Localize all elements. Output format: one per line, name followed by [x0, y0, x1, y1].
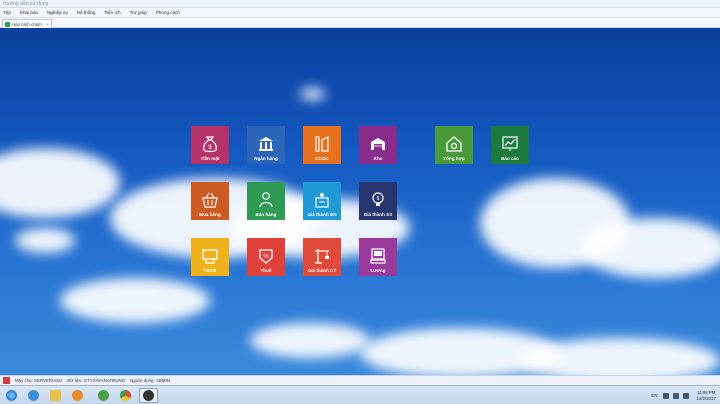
- tile-production-cost-label: Giá thành SX: [363, 212, 393, 217]
- basket-icon: [202, 192, 218, 208]
- tile-purchase-label: Mua hàng: [199, 212, 221, 217]
- tile-sales[interactable]: Bán hàng: [247, 182, 285, 220]
- tools-icon: [315, 136, 329, 152]
- tile-tools-label: CCDC: [315, 156, 329, 161]
- cloud: [60, 278, 210, 323]
- tile-cash-label: Tiền mặt: [200, 156, 220, 161]
- tile-bank-label: Ngân hàng: [254, 156, 278, 161]
- payroll-icon: [370, 248, 386, 264]
- menu-item-file[interactable]: Tệp: [3, 10, 11, 15]
- cloud: [300, 88, 325, 100]
- cloud: [250, 323, 370, 358]
- tile-tax-label: Thuế: [260, 268, 272, 273]
- windows-taskbar: EN 11:08 PM 12/2/2017: [0, 385, 720, 404]
- taskbar-app-green[interactable]: [94, 388, 113, 403]
- window-titlebar: Hướng dẫn sử dụng: [0, 0, 720, 8]
- menu-item-system[interactable]: Hệ thống: [77, 10, 96, 15]
- cloud: [520, 338, 720, 375]
- lightbulb-icon: $: [372, 192, 384, 206]
- tile-order-cost-label: Giá thành ĐH: [307, 212, 337, 217]
- taskbar-app-explorer[interactable]: [46, 388, 65, 403]
- tile-summary[interactable]: Tổng hợp: [435, 126, 473, 164]
- tile-bank[interactable]: Ngân hàng: [247, 126, 285, 164]
- tab-main[interactable]: Hàn bình chính ×: [2, 19, 52, 28]
- app-green-icon: [98, 390, 109, 401]
- svg-text:$: $: [208, 145, 212, 151]
- svg-text:$: $: [377, 196, 380, 202]
- tile-project-cost-label: Giá thành CT: [307, 268, 337, 273]
- chrome-icon: [120, 390, 131, 401]
- status-server: Máy chủ: SERVER\ASU: [15, 378, 63, 383]
- report-chart-icon: [502, 136, 518, 151]
- status-database: Dữ liệu: CTYXAYANATDUNG: [67, 378, 126, 383]
- app-logo-icon: [3, 377, 10, 384]
- language-indicator[interactable]: EN: [651, 393, 657, 398]
- tile-purchase[interactable]: Mua hàng: [191, 182, 229, 220]
- file-explorer-icon: [50, 390, 61, 401]
- crane-icon: [315, 249, 329, 264]
- warehouse-icon: [371, 138, 385, 150]
- tile-tax[interactable]: % Thuế: [247, 238, 285, 276]
- bank-icon: [259, 137, 273, 151]
- tile-fixed-assets[interactable]: TSCĐ: [191, 238, 229, 276]
- tile-summary-label: Tổng hợp: [443, 156, 465, 161]
- taskbar-app-chrome[interactable]: [116, 388, 135, 403]
- cloud: [0, 148, 120, 218]
- system-tray: EN 11:08 PM 12/2/2017: [651, 388, 716, 403]
- clock-date: 12/2/2017: [696, 395, 716, 401]
- menu-item-style[interactable]: Phong cách: [156, 10, 180, 15]
- tab-bar: Hàn bình chính ×: [0, 18, 720, 28]
- tile-warehouse[interactable]: Kho: [359, 126, 397, 164]
- menu-item-utilities[interactable]: Tiện ích: [104, 10, 120, 15]
- start-button[interactable]: [2, 388, 21, 403]
- windows-start-icon: [6, 390, 17, 401]
- tab-home-icon: [5, 21, 10, 27]
- media-player-icon: [72, 390, 83, 401]
- taskbar-app-media[interactable]: [68, 388, 87, 403]
- fixed-asset-icon: [202, 249, 218, 264]
- app-dark-icon: [143, 390, 154, 401]
- house-summary-icon: [446, 136, 462, 152]
- tile-payroll[interactable]: Lương: [359, 238, 397, 276]
- tile-report-label: Báo cáo: [501, 156, 519, 161]
- internet-explorer-icon: [28, 390, 39, 401]
- window-title: Hướng dẫn sử dụng: [3, 1, 49, 7]
- menu-item-operations[interactable]: Nghiệp vụ: [47, 10, 68, 15]
- tile-cash[interactable]: $ Tiền mặt: [191, 126, 229, 164]
- cloud: [15, 228, 75, 253]
- tab-label: Hàn bình chính: [12, 21, 42, 27]
- desktop-background: $ Tiền mặt Ngân hàng CCDC Kho Tổng hợp B…: [0, 28, 720, 375]
- tile-production-cost[interactable]: $ Giá thành SX: [359, 182, 397, 220]
- status-bar: Máy chủ: SERVER\ASU Dữ liệu: CTYXAYANATD…: [0, 375, 720, 385]
- taskbar-app-ie[interactable]: [24, 388, 43, 403]
- taskbar-app-dark[interactable]: [139, 388, 158, 403]
- taskbar-clock[interactable]: 11:08 PM 12/2/2017: [696, 390, 716, 402]
- tile-tools[interactable]: CCDC: [303, 126, 341, 164]
- tile-payroll-label: Lương: [370, 268, 386, 273]
- tile-sales-label: Bán hàng: [255, 212, 277, 217]
- tile-project-cost[interactable]: Giá thành CT: [303, 238, 341, 276]
- tile-report[interactable]: Báo cáo: [491, 126, 529, 164]
- svg-text:%: %: [263, 254, 269, 260]
- order-cost-icon: [315, 193, 329, 208]
- tile-warehouse-label: Kho: [373, 156, 383, 161]
- tab-close-icon[interactable]: ×: [46, 22, 49, 27]
- menu-bar: Tệp Khai báo Nghiệp vụ Hệ thống Tiện ích…: [0, 8, 720, 18]
- tray-network-icon[interactable]: [673, 392, 680, 399]
- money-bag-icon: $: [203, 136, 217, 153]
- tray-flag-icon[interactable]: [663, 392, 670, 399]
- tile-fixed-assets-label: TSCĐ: [203, 268, 217, 273]
- salesperson-icon: [259, 192, 273, 208]
- tax-icon: %: [259, 249, 273, 264]
- menu-item-declare[interactable]: Khai báo: [20, 10, 38, 15]
- menu-item-help[interactable]: Trợ giúp: [130, 10, 147, 15]
- tray-volume-icon[interactable]: [683, 392, 690, 399]
- tile-order-cost[interactable]: Giá thành ĐH: [303, 182, 341, 220]
- status-user: Người dùng: ADMIN: [130, 378, 170, 383]
- cloud: [580, 218, 720, 278]
